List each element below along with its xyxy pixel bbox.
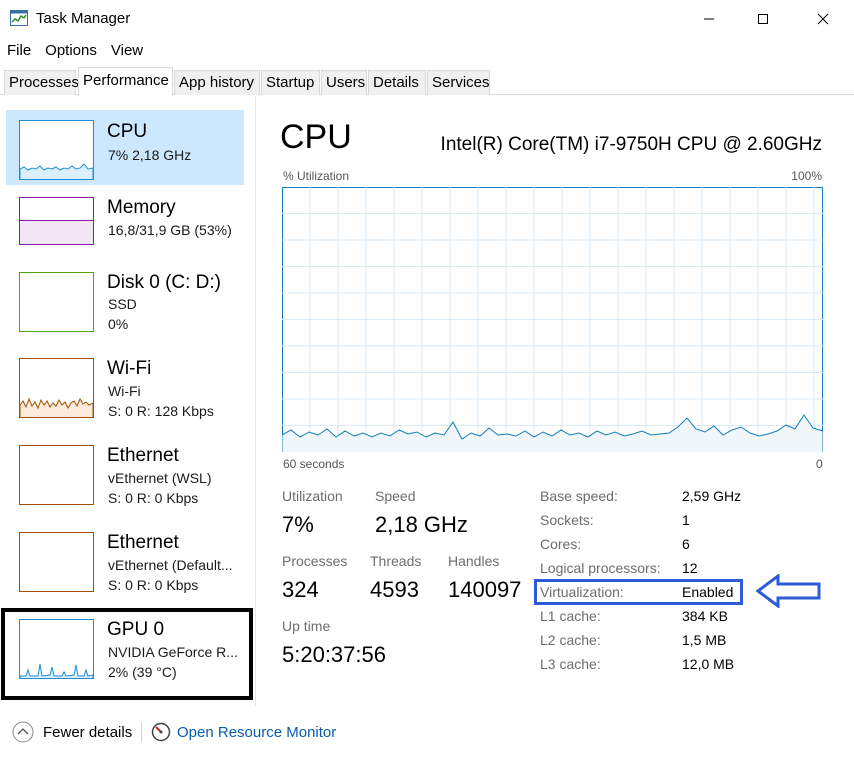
cpu-utilization-graph [282,187,823,452]
open-resource-monitor-link[interactable]: Open Resource Monitor [177,724,336,741]
sidebar-item-title: Ethernet [107,445,179,466]
sidebar-item-detail: vEthernet (Default... [108,557,233,573]
tab-bar: Processes Performance App history Startu… [0,67,854,96]
utilization-axis-label: % Utilization [283,169,350,183]
sidebar-item-detail: 16,8/31,9 GB (53%) [108,222,232,238]
tab-app-history[interactable]: App history [174,70,260,95]
close-button[interactable] [800,0,846,38]
close-icon [817,13,829,25]
virtualization-annotation-box [534,579,743,605]
menu-view[interactable]: View [104,40,150,62]
spec-value-cores: 6 [682,536,690,552]
sidebar-divider [255,96,256,706]
spec-label-l2-cache: L2 cache: [540,632,601,648]
utilization-value: 7% [282,512,314,537]
utilization-label: Utilization [282,488,343,504]
maximize-button[interactable] [740,0,786,38]
sidebar-item-disk[interactable]: Disk 0 (C: D:) SSD 0% [6,262,244,346]
sidebar-item-detail-2: S: 0 R: 0 Kbps [108,490,199,506]
tab-processes[interactable]: Processes [4,70,79,95]
title-bar: Task Manager [0,0,854,38]
sidebar-item-detail: vEthernet (WSL) [108,470,212,486]
sidebar-item-detail-2: S: 0 R: 0 Kbps [108,577,199,593]
tab-startup[interactable]: Startup [261,70,320,95]
wifi-thumbnail-graph [19,358,94,418]
sidebar-item-cpu[interactable]: CPU 7% 2,18 GHz [6,110,244,185]
spec-value-l2-cache: 1,5 MB [682,632,727,648]
spec-label-cores: Cores: [540,536,582,552]
sidebar-item-detail: SSD [108,296,137,312]
graph-zero-label: 0 [816,457,823,471]
sidebar-item-title: Wi-Fi [107,358,152,379]
resource-monitor-icon [151,722,171,742]
spec-label-l1-cache: L1 cache: [540,608,601,624]
sidebar-item-detail-2: 0% [108,316,129,332]
sidebar-item-title: CPU [107,121,148,142]
speed-value: 2,18 GHz [375,512,468,537]
footer-divider [141,722,142,742]
sidebar-item-title: Disk 0 (C: D:) [107,272,221,293]
spec-value-logical-processors: 12 [682,560,698,576]
minimize-icon [704,18,714,20]
footer-bar: Fewer details Open Resource Monitor [0,712,854,752]
graph-time-span-label: 60 seconds [283,457,345,471]
sidebar-item-detail: Wi-Fi [108,383,141,399]
spec-label-l3-cache: L3 cache: [540,656,601,672]
maximize-icon [758,14,768,24]
gpu-annotation-box [1,608,253,700]
sidebar-item-detail-2: S: 0 R: 128 Kbps [108,403,214,419]
threads-value: 4593 [370,577,419,602]
sidebar-item-ethernet-default[interactable]: Ethernet vEthernet (Default... S: 0 R: 0… [6,522,244,606]
tab-services[interactable]: Services [427,70,490,95]
threads-label: Threads [370,553,422,569]
chevron-up-circle-icon[interactable] [12,721,34,743]
tab-performance[interactable]: Performance [78,67,173,96]
cpu-thumbnail-graph [19,120,94,180]
spec-label-logical-processors: Logical processors: [540,560,661,576]
menu-options[interactable]: Options [38,40,104,62]
speed-label: Speed [375,488,416,504]
handles-label: Handles [448,553,500,569]
uptime-label: Up time [282,618,331,634]
processes-label: Processes [282,553,348,569]
task-manager-icon [10,10,28,26]
spec-label-base-speed: Base speed: [540,488,618,504]
menu-file[interactable]: File [0,40,38,62]
fewer-details-button[interactable]: Fewer details [43,724,132,741]
disk-thumbnail-graph [19,272,94,332]
ethernet-thumbnail-graph [19,532,94,592]
spec-value-base-speed: 2,59 GHz [682,488,742,504]
processes-value: 324 [282,577,319,602]
tab-users[interactable]: Users [321,70,367,95]
spec-value-l3-cache: 12,0 MB [682,656,735,672]
uptime-value: 5:20:37:56 [282,642,386,667]
sidebar-item-wifi[interactable]: Wi-Fi Wi-Fi S: 0 R: 128 Kbps [6,348,244,432]
menu-bar: File Options View [0,40,150,62]
tab-details[interactable]: Details [368,70,426,95]
page-title: CPU [280,118,352,156]
spec-value-l1-cache: 384 KB [682,608,728,624]
sidebar-item-detail: 7% 2,18 GHz [108,147,192,163]
memory-thumbnail-graph [19,197,94,245]
spec-value-sockets: 1 [682,512,690,528]
spec-label-sockets: Sockets: [540,512,594,528]
minimize-button[interactable] [686,0,732,38]
sidebar-item-title: Ethernet [107,532,179,553]
ethernet-thumbnail-graph [19,445,94,505]
sidebar-item-title: Memory [107,197,176,218]
utilization-max-label: 100% [791,169,822,183]
window-title: Task Manager [36,10,131,27]
sidebar-item-ethernet-wsl[interactable]: Ethernet vEthernet (WSL) S: 0 R: 0 Kbps [6,435,244,519]
sidebar-item-memory[interactable]: Memory 16,8/31,9 GB (53%) [6,187,244,262]
annotation-arrow-icon [756,574,821,608]
handles-value: 140097 [448,577,522,602]
cpu-model-name: Intel(R) Core(TM) i7-9750H CPU @ 2.60GHz [440,134,822,155]
